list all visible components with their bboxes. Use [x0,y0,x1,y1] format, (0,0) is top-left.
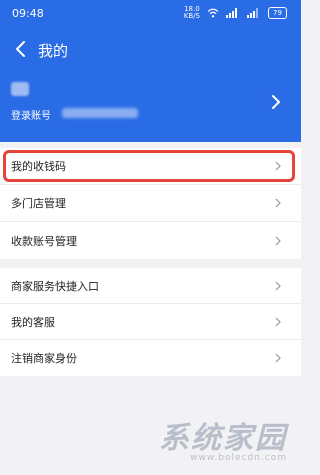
net-speed: 18.0 KB/S [183,5,200,20]
status-bar: 09:48 18.0 KB/S 79 [0,0,301,26]
signal-icon [226,8,237,18]
account-name-blurred [11,82,29,96]
watermark: 系统家园 www.bolecdn.com [159,421,287,464]
menu-item-multi-store[interactable]: 多门店管理 [0,185,301,222]
menu-item-label: 多门店管理 [11,197,66,210]
chevron-right-icon [275,353,281,363]
top-nav: 我的 [0,34,301,66]
chevron-right-icon [272,95,280,109]
battery-icon: 79 [268,7,287,19]
menu-item-cancel-merchant[interactable]: 注销商家身份 [0,340,301,376]
chevron-right-icon [275,198,281,208]
menu-group-1: 我的收钱码 多门店管理 收款账号管理 [0,148,301,259]
chevron-right-icon [275,161,281,171]
back-icon[interactable] [14,40,26,58]
menu-item-label: 注销商家身份 [11,352,77,365]
menu-item-payment-code[interactable]: 我的收钱码 [0,148,301,185]
signal-icon-2 [247,8,258,18]
wifi-icon [207,8,219,18]
menu-item-receiving-account[interactable]: 收款账号管理 [0,222,301,259]
account-row[interactable]: 登录账号 [0,80,301,130]
menu-item-label: 我的客服 [11,315,55,329]
menu-item-label: 我的收钱码 [11,160,66,173]
chevron-right-icon [275,236,281,245]
menu-item-label: 收款账号管理 [11,234,77,248]
header: 09:48 18.0 KB/S 79 我的 登录账号 [0,0,301,142]
status-icons: 18.0 KB/S 79 [184,6,287,20]
chevron-right-icon [275,281,281,290]
status-time: 09:48 [12,7,44,20]
menu-item-merchant-services[interactable]: 商家服务快捷入口 [0,268,301,304]
account-value-blurred [62,108,138,118]
page-title: 我的 [38,42,69,60]
account-label: 登录账号 [11,111,51,122]
menu-item-customer-service[interactable]: 我的客服 [0,304,301,340]
menu-item-label: 商家服务快捷入口 [11,279,99,293]
chevron-right-icon [275,317,281,326]
watermark-text: 系统家园 [159,421,287,456]
menu-group-2: 商家服务快捷入口 我的客服 注销商家身份 [0,268,301,376]
